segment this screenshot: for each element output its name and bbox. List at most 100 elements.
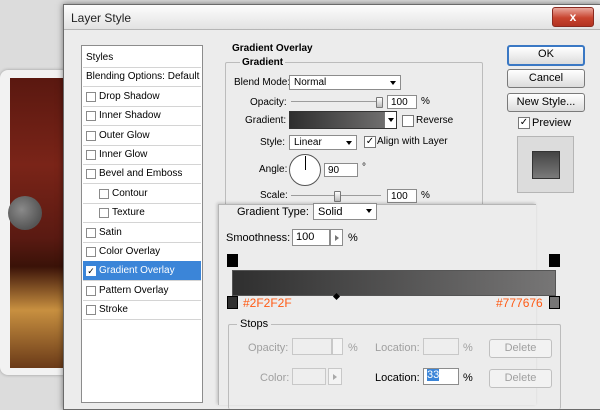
smoothness-stepper[interactable]: [330, 229, 343, 246]
angle-dial[interactable]: [289, 154, 321, 186]
blend-mode-select[interactable]: Normal: [289, 75, 401, 90]
degree-symbol: °: [362, 162, 366, 173]
stop-color-location-value: 33: [427, 369, 440, 381]
style-item-stroke[interactable]: Stroke: [83, 300, 201, 321]
style-item-inner-glow[interactable]: Inner Glow: [83, 145, 201, 165]
style-item-checkbox[interactable]: ✓: [86, 266, 96, 277]
gradient-group-title: Gradient: [240, 57, 286, 68]
align-with-layer-checkbox[interactable]: ✓: [364, 136, 376, 148]
stop-color-arrow: [328, 368, 342, 385]
style-item-label: Drop Shadow: [99, 90, 160, 102]
style-item-color-overlay[interactable]: Color Overlay: [83, 242, 201, 262]
reverse-label: Reverse: [416, 115, 454, 126]
background-knob: [8, 196, 42, 230]
gradient-type-value: Solid: [318, 206, 343, 218]
style-item-outer-glow[interactable]: Outer Glow: [83, 126, 201, 146]
opacity-stop-right[interactable]: [549, 254, 560, 267]
style-item-checkbox[interactable]: [86, 150, 96, 160]
gradient-type-select[interactable]: Solid: [313, 203, 377, 220]
style-item-checkbox[interactable]: [86, 130, 96, 141]
gradient-swatch[interactable]: [289, 111, 397, 129]
opacity-input[interactable]: 100: [387, 95, 417, 109]
style-item-contour[interactable]: Contour: [83, 184, 201, 204]
chevron-right-icon: [333, 374, 337, 380]
style-item-checkbox[interactable]: [86, 247, 96, 257]
style-item-satin[interactable]: Satin: [83, 223, 201, 243]
reverse-checkbox[interactable]: [402, 115, 414, 127]
scale-slider-thumb[interactable]: [333, 191, 341, 202]
stop-opacity-location-percent: %: [463, 342, 473, 354]
opacity-stop-left[interactable]: [227, 254, 238, 267]
angle-dial-needle: [305, 156, 306, 170]
stop-opacity-percent: %: [348, 342, 358, 354]
title-bar: Layer Style x: [64, 5, 600, 30]
right-color-hex: #777676: [496, 296, 543, 310]
style-item-label: Contour: [112, 187, 148, 199]
style-label: Style:: [260, 137, 286, 148]
style-item-label: Blending Options: Default: [86, 71, 200, 83]
preview-swatch: [532, 151, 560, 179]
angle-input[interactable]: 90: [324, 163, 358, 177]
style-item-label: Texture: [112, 207, 145, 219]
smoothness-input[interactable]: 100: [292, 229, 330, 246]
color-stop-left[interactable]: [227, 296, 238, 309]
scale-label: Scale:: [260, 190, 288, 201]
delete-opacity-stop-button[interactable]: Delete: [489, 339, 552, 358]
style-item-texture[interactable]: Texture: [83, 203, 201, 224]
stops-title: Stops: [237, 318, 272, 330]
style-item-label: Satin: [99, 226, 122, 238]
style-item-blending-options-default[interactable]: Blending Options: Default: [83, 67, 201, 88]
style-item-inner-shadow[interactable]: Inner Shadow: [83, 106, 201, 127]
stop-opacity-location-input: [423, 338, 459, 355]
chevron-down-icon: [366, 209, 372, 213]
style-item-checkbox[interactable]: [86, 285, 96, 296]
style-item-checkbox[interactable]: [99, 208, 109, 219]
style-item-label: Styles: [86, 52, 114, 63]
gradient-type-label: Gradient Type:: [237, 206, 309, 218]
style-item-pattern-overlay[interactable]: Pattern Overlay: [83, 281, 201, 301]
new-style-button[interactable]: New Style...: [507, 93, 585, 112]
stop-opacity-label: Opacity:: [248, 342, 289, 354]
checkmark-icon: ✓: [365, 136, 375, 147]
style-item-checkbox[interactable]: [86, 111, 96, 122]
opacity-slider-track[interactable]: [291, 101, 381, 102]
style-item-checkbox[interactable]: [86, 169, 96, 180]
chevron-right-icon: [335, 235, 339, 241]
checkmark-icon: ✓: [87, 266, 95, 277]
stop-color-swatch: [292, 368, 326, 385]
chevron-down-icon: [390, 81, 396, 85]
style-item-bevel-and-emboss[interactable]: Bevel and Emboss: [83, 164, 201, 185]
style-item-checkbox[interactable]: [86, 305, 96, 316]
style-item-label: Pattern Overlay: [99, 284, 169, 296]
style-item-checkbox[interactable]: [86, 91, 96, 102]
delete-color-stop-button[interactable]: Delete: [489, 369, 552, 388]
stop-color-location-input[interactable]: 33: [423, 368, 459, 385]
stop-color-location-label: Location:: [375, 372, 420, 384]
gradient-ramp[interactable]: [232, 270, 556, 296]
style-item-label: Inner Shadow: [99, 110, 161, 122]
color-stop-right[interactable]: [549, 296, 560, 309]
style-item-drop-shadow[interactable]: Drop Shadow: [83, 87, 201, 107]
preview-swatch-frame: [517, 136, 574, 193]
style-item-gradient-overlay[interactable]: ✓ Gradient Overlay: [83, 261, 201, 282]
section-title: Gradient Overlay: [232, 43, 313, 54]
gradient-dropdown[interactable]: [384, 112, 396, 128]
scale-input[interactable]: 100: [387, 189, 417, 203]
opacity-percent: %: [421, 96, 430, 107]
stop-color-label: Color:: [260, 372, 290, 384]
preview-checkbox[interactable]: ✓: [518, 117, 530, 129]
align-with-layer-label: Align with Layer: [377, 136, 448, 147]
gradient-label: Gradient:: [245, 115, 287, 126]
stop-color-location-percent: %: [463, 372, 473, 384]
angle-label: Angle:: [259, 164, 288, 175]
ok-button[interactable]: OK: [507, 45, 585, 66]
cancel-button[interactable]: Cancel: [507, 69, 585, 88]
close-button[interactable]: x: [552, 7, 594, 27]
style-item-checkbox[interactable]: [99, 188, 109, 199]
style-item-label: Outer Glow: [99, 129, 150, 141]
blend-mode-label: Blend Mode:: [234, 77, 291, 88]
style-select[interactable]: Linear: [289, 135, 357, 150]
style-item-checkbox[interactable]: [86, 227, 96, 238]
style-item-styles[interactable]: Styles: [83, 48, 201, 68]
opacity-slider-thumb[interactable]: [376, 97, 383, 108]
